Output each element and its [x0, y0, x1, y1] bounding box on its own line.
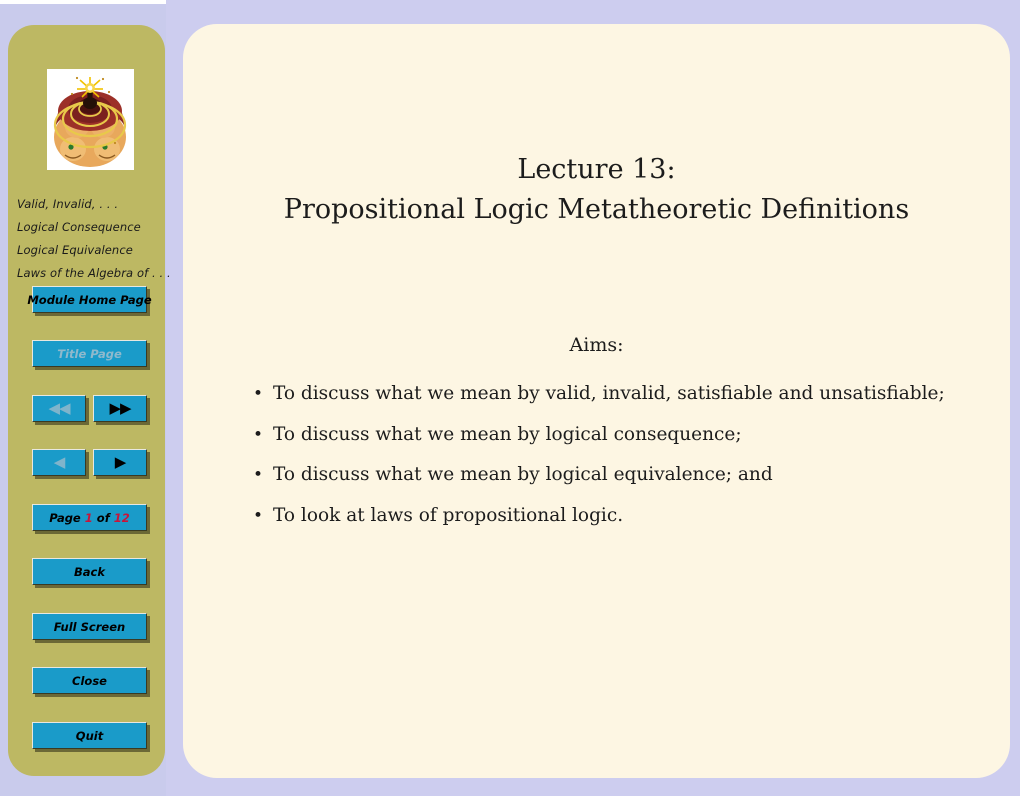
spiral-faces-logo-icon [47, 69, 134, 170]
sidebar-item-laws-of-algebra[interactable]: Laws of the Algebra of . . . [17, 262, 171, 285]
module-home-page-button[interactable]: Module Home Page [27, 286, 152, 313]
aims-heading: Aims: [569, 334, 624, 356]
close-button[interactable]: Close [32, 667, 147, 694]
full-screen-button[interactable]: Full Screen [32, 613, 147, 640]
double-left-arrow-icon: ◀◀ [48, 399, 70, 417]
double-right-arrow-icon: ▶▶ [109, 399, 131, 417]
list-item: • To discuss what we mean by logical con… [253, 423, 993, 447]
quit-button[interactable]: Quit [32, 722, 147, 749]
left-arrow-icon: ◀ [53, 453, 66, 471]
sidebar-item-logical-consequence[interactable]: Logical Consequence [17, 216, 167, 239]
logo [47, 69, 134, 170]
page-indicator-total: 12 [113, 510, 130, 525]
title-line-1: Lecture 13: [517, 154, 676, 185]
page-indicator-middle: of [96, 510, 110, 525]
list-item: • To discuss what we mean by logical equ… [253, 463, 993, 487]
slide-page: Valid, Invalid, . . . Logical Consequenc… [0, 0, 1020, 796]
last-page-button[interactable]: ▶▶ [93, 395, 147, 422]
bullet-icon: • [253, 424, 264, 445]
sidebar-item-logical-equivalence[interactable]: Logical Equivalence [17, 239, 167, 262]
list-item: • To look at laws of propositional logic… [253, 504, 993, 528]
back-button[interactable]: Back [32, 558, 147, 585]
page-title: Lecture 13: Propositional Logic Metatheo… [183, 150, 1010, 230]
sidebar-item-valid-invalid[interactable]: Valid, Invalid, . . . [17, 193, 167, 216]
title-page-button[interactable]: Title Page [32, 340, 147, 367]
list-item-text: To discuss what we mean by logical conse… [273, 423, 742, 445]
aims-list: • To discuss what we mean by valid, inva… [253, 382, 993, 544]
next-page-button[interactable]: ▶ [93, 449, 147, 476]
bullet-icon: • [253, 465, 264, 485]
table-of-contents: Valid, Invalid, . . . Logical Consequenc… [17, 193, 171, 285]
list-item-text: To discuss what we mean by logical equiv… [273, 464, 773, 485]
page-indicator[interactable]: Page 1 of 12 [32, 504, 147, 531]
bullet-icon: • [253, 505, 264, 526]
page-indicator-current: 1 [84, 510, 93, 525]
bullet-icon: • [253, 384, 264, 404]
previous-page-button[interactable]: ◀ [32, 449, 86, 476]
navigation-sidebar: Valid, Invalid, . . . Logical Consequenc… [8, 25, 171, 776]
right-arrow-icon: ▶ [114, 453, 127, 471]
first-page-button[interactable]: ◀◀ [32, 395, 86, 422]
list-item: • To discuss what we mean by valid, inva… [253, 382, 993, 406]
page-indicator-prefix: Page [49, 510, 81, 525]
title-line-2: Propositional Logic Metatheoretic Defini… [283, 194, 910, 225]
list-item-text: To look at laws of propositional logic. [273, 504, 624, 526]
list-item-text: To discuss what we mean by valid, invali… [273, 383, 945, 404]
slide-content-panel: Lecture 13: Propositional Logic Metatheo… [183, 24, 1010, 778]
